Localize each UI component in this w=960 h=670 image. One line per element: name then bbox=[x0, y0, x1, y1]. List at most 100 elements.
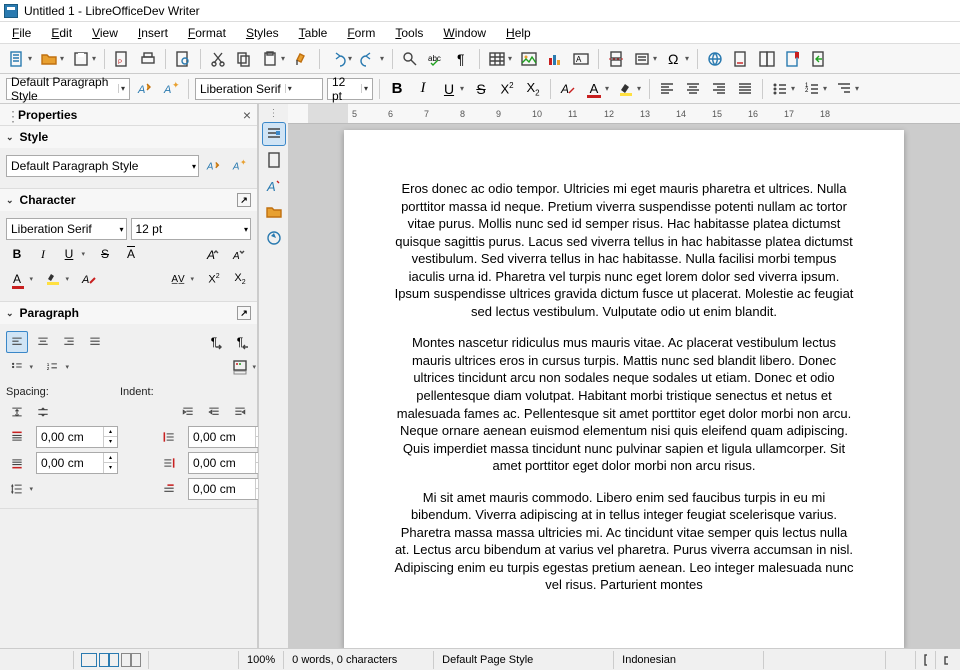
char-underline-button[interactable]: U▾ bbox=[58, 243, 80, 265]
new-style-button[interactable]: A✦ bbox=[159, 77, 183, 101]
menu-file[interactable]: File bbox=[2, 24, 41, 42]
para-rtl-button[interactable]: ¶ bbox=[229, 331, 251, 353]
new-button[interactable] bbox=[5, 47, 29, 71]
multi-page-icon[interactable] bbox=[99, 653, 109, 667]
bullet-list-button[interactable] bbox=[768, 77, 792, 101]
undo-dropdown[interactable]: ▾ bbox=[348, 54, 356, 63]
bullet-dropdown[interactable]: ▾ bbox=[791, 84, 799, 93]
highlight-dropdown[interactable]: ▾ bbox=[637, 84, 645, 93]
align-left-button[interactable] bbox=[655, 77, 679, 101]
number-list-button[interactable]: 12 bbox=[800, 77, 824, 101]
copy-button[interactable] bbox=[232, 47, 256, 71]
page-break-button[interactable] bbox=[604, 47, 628, 71]
char-font-combo[interactable]: Liberation Serif▾ bbox=[6, 218, 127, 240]
cut-button[interactable] bbox=[206, 47, 230, 71]
insert-chart-button[interactable] bbox=[543, 47, 567, 71]
field-dropdown[interactable]: ▾ bbox=[653, 54, 661, 63]
open-dropdown[interactable]: ▾ bbox=[60, 54, 68, 63]
number-dropdown[interactable]: ▾ bbox=[823, 84, 831, 93]
para-bgcolor-button[interactable]: ▾ bbox=[229, 356, 251, 378]
formatting-marks-button[interactable]: ¶ bbox=[450, 47, 474, 71]
insert-image-button[interactable] bbox=[517, 47, 541, 71]
find-replace-button[interactable] bbox=[398, 47, 422, 71]
spacing-dec-button[interactable] bbox=[32, 401, 54, 423]
new-dropdown[interactable]: ▾ bbox=[28, 54, 36, 63]
panel-style-header[interactable]: ⌄ Style bbox=[0, 126, 257, 148]
status-insert-mode[interactable] bbox=[886, 651, 916, 669]
font-color-dropdown[interactable]: ▾ bbox=[605, 84, 613, 93]
status-page[interactable] bbox=[4, 651, 74, 669]
para-numbers-button[interactable]: 12▾ bbox=[42, 356, 64, 378]
font-color-button[interactable]: A bbox=[582, 77, 606, 101]
paste-button[interactable] bbox=[258, 47, 282, 71]
bookmark-button[interactable] bbox=[781, 47, 805, 71]
char-italic-button[interactable]: I bbox=[32, 243, 54, 265]
char-size-combo[interactable]: 12 pt▾ bbox=[131, 218, 252, 240]
status-language[interactable]: Indonesian bbox=[614, 651, 764, 669]
tab-page[interactable] bbox=[262, 148, 286, 172]
para-align-left-button[interactable] bbox=[6, 331, 28, 353]
open-button[interactable] bbox=[37, 47, 61, 71]
status-selection-mode[interactable] bbox=[916, 651, 936, 669]
redo-button[interactable] bbox=[357, 47, 381, 71]
document-page[interactable]: Eros donec ac odio tempor. Ultricies mi … bbox=[344, 130, 904, 648]
spacing-inc-button[interactable] bbox=[6, 401, 28, 423]
char-clear-button[interactable]: A bbox=[78, 268, 100, 290]
highlight-button[interactable] bbox=[614, 77, 638, 101]
paragraph-more-button[interactable]: ↗ bbox=[237, 306, 251, 320]
paste-dropdown[interactable]: ▾ bbox=[281, 54, 289, 63]
char-sub-button[interactable]: X2 bbox=[229, 268, 251, 290]
indent-dec-button[interactable] bbox=[203, 401, 225, 423]
underline-button[interactable]: U bbox=[437, 77, 461, 101]
menu-insert[interactable]: Insert bbox=[128, 24, 178, 42]
cross-ref-button[interactable] bbox=[807, 47, 831, 71]
space-below-spinner[interactable]: 0,00 cm▴▾ bbox=[36, 452, 118, 474]
status-zoom[interactable]: 100% bbox=[239, 651, 284, 669]
paragraph-2[interactable]: Montes nascetur ridiculus mus mauris vit… bbox=[392, 334, 856, 474]
menu-format[interactable]: Format bbox=[178, 24, 236, 42]
tab-navigator[interactable] bbox=[262, 226, 286, 250]
char-super-button[interactable]: X2 bbox=[203, 268, 225, 290]
single-page-icon[interactable] bbox=[81, 653, 97, 667]
italic-button[interactable]: I bbox=[411, 77, 435, 101]
menu-view[interactable]: View bbox=[82, 24, 128, 42]
clear-formatting-button[interactable]: A bbox=[556, 77, 580, 101]
footnote-button[interactable] bbox=[729, 47, 753, 71]
save-dropdown[interactable]: ▾ bbox=[92, 54, 100, 63]
bold-button[interactable]: B bbox=[385, 77, 409, 101]
style-combo[interactable]: Default Paragraph Style▾ bbox=[6, 155, 199, 177]
panel-paragraph-header[interactable]: ⌄ Paragraph ↗ bbox=[0, 302, 257, 324]
save-button[interactable] bbox=[69, 47, 93, 71]
insert-field-button[interactable] bbox=[630, 47, 654, 71]
outline-dropdown[interactable]: ▾ bbox=[855, 84, 863, 93]
endnote-button[interactable] bbox=[755, 47, 779, 71]
status-view-buttons[interactable] bbox=[74, 651, 149, 669]
para-ltr-button[interactable]: ¶ bbox=[203, 331, 225, 353]
char-fontcolor-button[interactable]: A▾ bbox=[6, 268, 28, 290]
subscript-button[interactable]: X2 bbox=[521, 77, 545, 101]
update-style-button[interactable]: A bbox=[133, 77, 157, 101]
status-wordcount[interactable]: 0 words, 0 characters bbox=[284, 651, 434, 669]
para-align-center-button[interactable] bbox=[32, 331, 54, 353]
line-spacing-button[interactable]: ▾ bbox=[6, 478, 28, 500]
align-right-button[interactable] bbox=[707, 77, 731, 101]
font-size-combo[interactable]: 12 pt▾ bbox=[327, 78, 373, 100]
horizontal-ruler[interactable]: 5 6 7 8 9 10 11 12 13 14 15 16 17 18 bbox=[288, 104, 960, 124]
para-align-right-button[interactable] bbox=[58, 331, 80, 353]
redo-dropdown[interactable]: ▾ bbox=[380, 54, 388, 63]
insert-table-button[interactable] bbox=[485, 47, 509, 71]
char-overline-button[interactable]: A bbox=[120, 243, 142, 265]
print-preview-button[interactable] bbox=[171, 47, 195, 71]
style-new-button[interactable]: A✦ bbox=[229, 155, 251, 177]
sidebar-tab-menu[interactable]: ⋮ bbox=[269, 108, 279, 120]
paragraph-1[interactable]: Eros donec ac odio tempor. Ultricies mi … bbox=[392, 180, 856, 320]
para-bullets-button[interactable]: ▾ bbox=[6, 356, 28, 378]
undo-button[interactable] bbox=[325, 47, 349, 71]
para-align-justify-button[interactable] bbox=[84, 331, 106, 353]
spellcheck-button[interactable]: abc bbox=[424, 47, 448, 71]
char-grow-button[interactable]: A bbox=[203, 243, 225, 265]
menu-styles[interactable]: Styles bbox=[236, 24, 289, 42]
tab-styles[interactable]: A bbox=[262, 174, 286, 198]
space-above-spinner[interactable]: 0,00 cm▴▾ bbox=[36, 426, 118, 448]
paragraph-3[interactable]: Mi sit amet mauris commodo. Libero enim … bbox=[392, 489, 856, 594]
